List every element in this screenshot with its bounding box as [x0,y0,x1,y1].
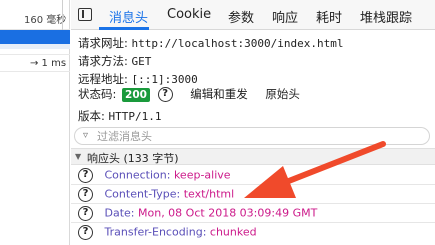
response-header-row: ? Transfer-Encoding: chunked [78,225,257,243]
header-name: Connection: [104,168,171,182]
timeline-selected-row[interactable] [0,30,70,44]
request-method-label: 请求方法: [78,54,128,68]
timeline-time: 160 毫秒 [24,15,67,26]
status-row: 状态码: 200 ? 编辑和重发 原始头 [78,86,300,102]
tab-params[interactable]: 参数 [228,7,254,26]
timeline-row[interactable]: 160 毫秒 [0,0,70,30]
header-value: text/html [183,187,235,201]
request-method-value: GET [131,55,152,68]
divider [71,203,435,204]
help-icon[interactable]: ? [78,168,93,183]
remote-address-row: 远程地址: [::1]:3000 [78,71,198,87]
status-label: 状态码: [78,87,117,101]
raw-headers-button[interactable]: 原始头 [265,87,300,101]
divider [71,184,435,185]
filter-headers-box: ▿ [74,127,430,145]
expand-triangle-icon: ▼ [75,152,82,161]
remote-address-value: [::1]:3000 [131,73,198,86]
timeline-tick [62,0,63,30]
response-headers-section[interactable]: ▼ 响应头 (133 字节) [71,148,435,165]
header-name: Date: [104,206,135,220]
request-method-row: 请求方法: GET [78,53,151,69]
timeline-time: → 1 ms [30,58,67,69]
version-label: 版本: [78,109,105,123]
header-value: chunked [209,225,257,239]
tab-timings[interactable]: 耗时 [316,7,342,26]
details-tab-bar: 消息头 Cookie 参数 响应 耗时 堆栈跟踪 [71,0,435,30]
divider [71,222,435,223]
filter-icon: ▿ [83,130,89,141]
request-url-row: 请求网址: http://localhost:3000/index.html [78,35,343,51]
help-icon[interactable]: ? [78,206,93,221]
tab-headers[interactable]: 消息头 [109,7,148,26]
edit-resend-button[interactable]: 编辑和重发 [190,87,248,101]
active-tab-indicator [99,27,149,30]
filter-headers-input[interactable] [97,129,397,144]
help-icon[interactable]: ? [157,87,173,102]
tab-stack-trace[interactable]: 堆栈跟踪 [360,7,412,26]
header-value: keep-alive [173,168,231,182]
header-name: Content-Type: [104,187,181,201]
version-row: 版本: HTTP/1.1 [78,108,162,124]
timeline-row[interactable]: → 1 ms [0,54,70,72]
status-badge: 200 [122,88,150,102]
header-name: Transfer-Encoding: [104,225,207,239]
response-headers-title: 响应头 (133 字节) [87,152,179,165]
header-value: Mon, 08 Oct 2018 03:09:49 GMT [138,206,318,220]
request-url-value: http://localhost:3000/index.html [131,37,344,50]
tab-response[interactable]: 响应 [272,7,298,26]
tab-cookie[interactable]: Cookie [167,7,211,22]
version-value: HTTP/1.1 [108,110,162,123]
timeline-bar [0,44,70,49]
timeline-column: 160 毫秒 → 1 ms [0,0,70,245]
request-url-label: 请求网址: [78,36,128,50]
help-icon[interactable]: ? [78,187,93,202]
close-panel-icon[interactable] [78,8,92,21]
remote-address-label: 远程地址: [78,72,128,86]
help-icon[interactable]: ? [78,225,93,240]
